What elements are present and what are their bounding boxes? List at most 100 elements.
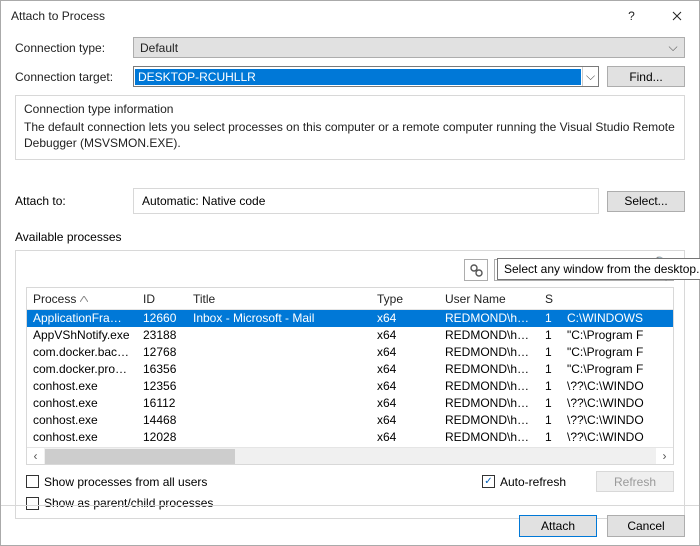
table-cell: x64: [371, 412, 439, 429]
table-cell: 23188: [137, 327, 187, 344]
table-cell: x64: [371, 327, 439, 344]
table-cell: REDMOND\hahole: [439, 310, 539, 327]
table-cell: x64: [371, 361, 439, 378]
auto-refresh-checkbox[interactable]: Auto-refresh: [482, 475, 566, 489]
table-cell: 1: [539, 310, 561, 327]
find-button[interactable]: Find...: [607, 66, 685, 87]
horizontal-scrollbar[interactable]: ‹ ›: [27, 447, 673, 464]
connection-target-value: DESKTOP-RCUHLLR: [135, 69, 581, 85]
table-cell: conhost.exe: [27, 429, 137, 446]
table-cell: 1: [539, 412, 561, 429]
table-cell: Inbox - Microsoft - Mail: [187, 310, 371, 327]
table-cell: REDMOND\hahole: [439, 378, 539, 395]
table-row[interactable]: AppVShNotify.exe23188x64REDMOND\hahole1"…: [27, 327, 673, 344]
help-button[interactable]: ?: [609, 1, 654, 31]
chevron-down-icon: ⌵: [666, 40, 680, 55]
cancel-button[interactable]: Cancel: [607, 515, 685, 537]
close-icon: [672, 11, 682, 21]
table-cell: x64: [371, 378, 439, 395]
table-cell: x64: [371, 310, 439, 327]
connection-target-label: Connection target:: [15, 70, 133, 84]
table-cell: \??\C:\WINDO: [561, 395, 673, 412]
table-cell: conhost.exe: [27, 395, 137, 412]
table-cell: 1: [539, 378, 561, 395]
connection-target-combo[interactable]: DESKTOP-RCUHLLR ⌵: [133, 66, 599, 87]
table-cell: REDMOND\hahole: [439, 412, 539, 429]
table-body: ApplicationFrameHo...12660Inbox - Micros…: [27, 310, 673, 447]
crosshair-icon: [469, 263, 483, 277]
attach-to-label: Attach to:: [15, 194, 133, 208]
tooltip: Select any window from the desktop.: [497, 258, 700, 280]
table-cell: REDMOND\hahole: [439, 395, 539, 412]
table-row[interactable]: com.docker.backend...12768 x64REDMOND\hah…: [27, 344, 673, 361]
table-cell: 12660: [137, 310, 187, 327]
col-session[interactable]: S: [539, 292, 561, 306]
col-type[interactable]: Type: [371, 292, 439, 306]
table-cell: 14468: [137, 412, 187, 429]
table-row[interactable]: conhost.exe14468 x64REDMOND\hahole1\??\C:…: [27, 412, 673, 429]
table-header: Process ID Title Type User Name S: [27, 288, 673, 310]
show-all-users-label: Show processes from all users: [44, 475, 207, 489]
table-row[interactable]: ApplicationFrameHo...12660Inbox - Micros…: [27, 310, 673, 327]
select-button[interactable]: Select...: [607, 191, 685, 212]
table-cell: \??\C:\WINDO: [561, 429, 673, 446]
checkbox-box: [482, 475, 495, 488]
table-cell: ApplicationFrameHo...: [27, 310, 137, 327]
table-row[interactable]: conhost.exe12356 x64REDMOND\hahole1\??\C:…: [27, 378, 673, 395]
table-cell: "C:\Program F: [561, 344, 673, 361]
close-button[interactable]: [654, 1, 699, 31]
col-user[interactable]: User Name: [439, 292, 539, 306]
table-cell: x64: [371, 429, 439, 446]
table-cell: 12028: [137, 429, 187, 446]
connection-type-combo[interactable]: Default ⌵: [133, 37, 685, 58]
table-cell: 12356: [137, 378, 187, 395]
scroll-right-icon[interactable]: ›: [656, 448, 673, 465]
table-row[interactable]: com.docker.proxy.exe16356x64REDMOND\haho…: [27, 361, 673, 378]
checkbox-box: [26, 475, 39, 488]
table-cell: com.docker.backend...: [27, 344, 137, 361]
info-body: The default connection lets you select p…: [24, 119, 676, 151]
table-cell: 1: [539, 344, 561, 361]
table-cell: 1: [539, 395, 561, 412]
connection-type-value: Default: [140, 41, 666, 55]
table-cell: \??\C:\WINDO: [561, 378, 673, 395]
show-all-users-checkbox[interactable]: Show processes from all users: [26, 475, 207, 489]
table-cell: x64: [371, 395, 439, 412]
table-cell: REDMOND\hahole: [439, 361, 539, 378]
window-title: Attach to Process: [11, 9, 609, 23]
table-cell: "C:\Program F: [561, 361, 673, 378]
table-cell: x64: [371, 344, 439, 361]
process-table: Process ID Title Type User Name S Applic…: [26, 287, 674, 465]
table-cell: AppVShNotify.exe: [27, 327, 137, 344]
table-cell: 1: [539, 361, 561, 378]
table-row[interactable]: conhost.exe16112x64REDMOND\hahole1\??\C:…: [27, 395, 673, 412]
table-cell: conhost.exe: [27, 412, 137, 429]
dialog-footer: Attach Cancel: [1, 505, 699, 545]
table-row[interactable]: conhost.exe12028 x64REDMOND\hahole1\??\C:…: [27, 429, 673, 446]
scroll-left-icon[interactable]: ‹: [27, 448, 44, 465]
table-cell: \??\C:\WINDO: [561, 412, 673, 429]
attach-to-value: Automatic: Native code: [133, 188, 599, 214]
connection-type-label: Connection type:: [15, 41, 133, 55]
table-cell: REDMOND\hahole: [439, 344, 539, 361]
table-cell: REDMOND\hahole: [439, 429, 539, 446]
table-cell: conhost.exe: [27, 378, 137, 395]
titlebar: Attach to Process ?: [1, 1, 699, 31]
table-cell: "C:\Program F: [561, 327, 673, 344]
auto-refresh-label: Auto-refresh: [500, 475, 566, 489]
connection-type-info: Connection type information The default …: [15, 95, 685, 160]
col-process[interactable]: Process: [27, 292, 137, 306]
table-cell: 12768: [137, 344, 187, 361]
table-cell: 1: [539, 327, 561, 344]
table-cell: C:\WINDOWS: [561, 310, 673, 327]
scroll-thumb[interactable]: [45, 449, 235, 464]
select-window-button[interactable]: [464, 259, 488, 281]
table-cell: com.docker.proxy.exe: [27, 361, 137, 378]
chevron-down-icon: ⌵: [582, 67, 598, 86]
attach-button[interactable]: Attach: [519, 515, 597, 537]
table-cell: 1: [539, 429, 561, 446]
sort-asc-icon: [80, 296, 88, 302]
col-id[interactable]: ID: [137, 292, 187, 306]
col-title[interactable]: Title: [187, 292, 371, 306]
scroll-track[interactable]: [44, 448, 656, 465]
